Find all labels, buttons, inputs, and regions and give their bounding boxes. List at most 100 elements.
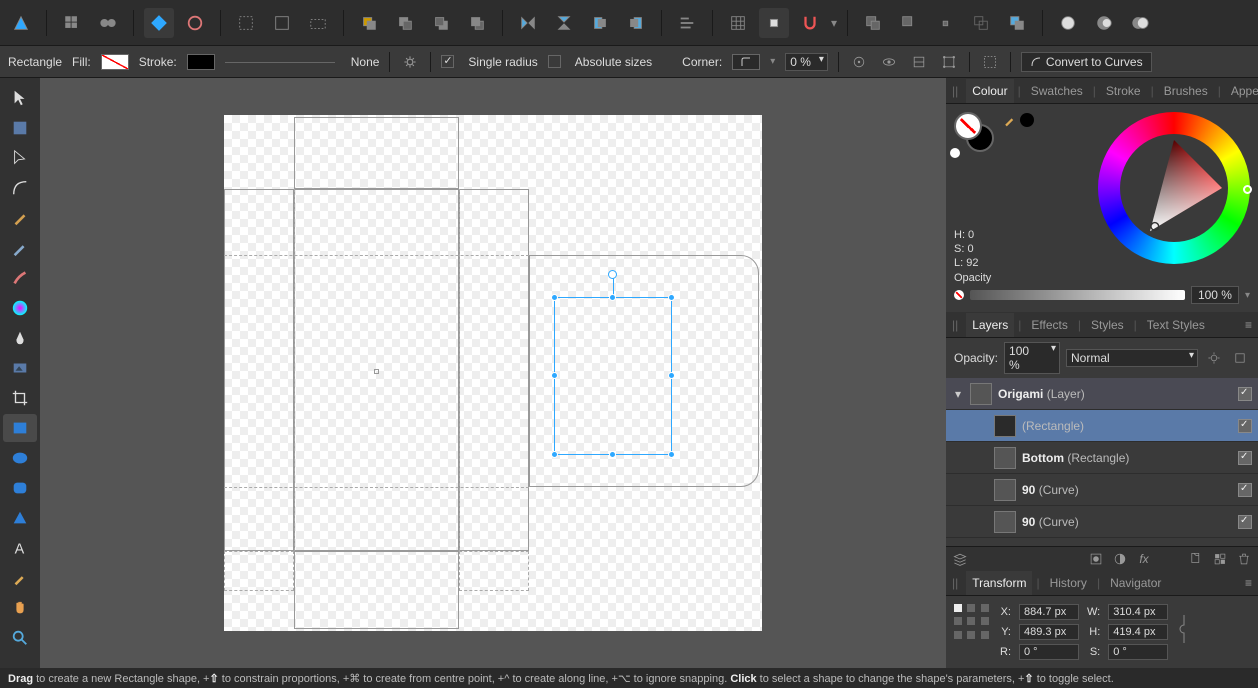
- tab-styles[interactable]: Styles: [1085, 313, 1130, 337]
- text-tool-icon[interactable]: A: [3, 534, 37, 562]
- tab-transform[interactable]: Transform: [966, 571, 1032, 595]
- eyedropper-tool-icon[interactable]: [3, 564, 37, 592]
- single-radius-checkbox[interactable]: [441, 55, 454, 68]
- s-field[interactable]: 0 °: [1108, 644, 1168, 660]
- rotate-ccw-icon[interactable]: [585, 8, 615, 38]
- layer-row[interactable]: 90 (Curve): [946, 474, 1258, 506]
- layer-row[interactable]: Bottom (Rectangle): [946, 442, 1258, 474]
- none-color-icon[interactable]: [950, 148, 960, 158]
- show-selection-icon[interactable]: [879, 52, 899, 72]
- adjustment-layer-icon[interactable]: [1112, 551, 1128, 567]
- layer-row[interactable]: ▾Origami (Layer): [946, 378, 1258, 410]
- layer-visibility-checkbox[interactable]: [1238, 515, 1252, 529]
- ellipse-tool-icon[interactable]: [3, 444, 37, 472]
- align-handles-icon[interactable]: [909, 52, 929, 72]
- canvas[interactable]: [40, 78, 946, 668]
- transform-handles-icon[interactable]: [939, 52, 959, 72]
- select-rect-icon[interactable]: [267, 8, 297, 38]
- eyedropper-icon[interactable]: [1002, 112, 1034, 128]
- transparency-tool-icon[interactable]: [3, 324, 37, 352]
- stroke-width-slider[interactable]: [225, 57, 335, 67]
- rounded-rect-tool-icon[interactable]: [3, 474, 37, 502]
- layer-visibility-checkbox[interactable]: [1238, 419, 1252, 433]
- boolean-subtract-icon[interactable]: [894, 8, 924, 38]
- corner-tool-icon[interactable]: [3, 174, 37, 202]
- layer-clip-icon[interactable]: [1230, 348, 1250, 368]
- add-pixel-layer-icon[interactable]: [1212, 551, 1228, 567]
- h-field[interactable]: 419.4 px: [1108, 624, 1168, 640]
- pencil-tool-icon[interactable]: [3, 234, 37, 262]
- tab-swatches[interactable]: Swatches: [1025, 79, 1089, 103]
- insert-behind-icon[interactable]: [1125, 8, 1155, 38]
- move-back-icon[interactable]: [462, 8, 492, 38]
- panel-menu-icon[interactable]: ≡: [1245, 318, 1252, 332]
- panel-drag-handle-icon[interactable]: ||: [952, 84, 958, 98]
- boolean-xor-icon[interactable]: [966, 8, 996, 38]
- zoom-tool-icon[interactable]: [3, 624, 37, 652]
- cycle-selection-icon[interactable]: [980, 52, 1000, 72]
- sync-icon[interactable]: [144, 8, 174, 38]
- tab-effects[interactable]: Effects: [1025, 313, 1073, 337]
- layers-list[interactable]: ▾Origami (Layer)(Rectangle)Bottom (Recta…: [946, 378, 1258, 546]
- fill-swatch[interactable]: [101, 54, 129, 70]
- hue-marker[interactable]: [1243, 185, 1252, 194]
- tab-navigator[interactable]: Navigator: [1104, 571, 1167, 595]
- boolean-intersect-icon[interactable]: [930, 8, 960, 38]
- flip-h-icon[interactable]: [513, 8, 543, 38]
- show-rotation-icon[interactable]: [849, 52, 869, 72]
- convert-to-curves-button[interactable]: Convert to Curves: [1021, 52, 1152, 72]
- opacity-dropdown-icon[interactable]: ▾: [1245, 290, 1250, 301]
- anchor-grid[interactable]: [954, 604, 990, 640]
- snap-pixel-icon[interactable]: [759, 8, 789, 38]
- insert-inside-icon[interactable]: [1089, 8, 1119, 38]
- y-field[interactable]: 489.3 px: [1019, 624, 1079, 640]
- snap-magnet-icon[interactable]: [795, 8, 825, 38]
- fill-stroke-selector[interactable]: [954, 112, 994, 152]
- rectangle-tool-icon[interactable]: [3, 414, 37, 442]
- tab-brushes[interactable]: Brushes: [1158, 79, 1214, 103]
- move-backward-icon[interactable]: [426, 8, 456, 38]
- select-parent-icon[interactable]: [303, 8, 333, 38]
- panel-drag-handle-icon[interactable]: ||: [952, 576, 958, 590]
- color-wheel[interactable]: [1098, 112, 1250, 264]
- select-all-icon[interactable]: [231, 8, 261, 38]
- move-front-icon[interactable]: [354, 8, 384, 38]
- layer-settings-gear-icon[interactable]: [1204, 348, 1224, 368]
- gear-icon[interactable]: [400, 52, 420, 72]
- absolute-sizes-checkbox[interactable]: [548, 55, 561, 68]
- persona-designer-icon[interactable]: [57, 8, 87, 38]
- hand-tool-icon[interactable]: [3, 594, 37, 622]
- layer-visibility-checkbox[interactable]: [1238, 451, 1252, 465]
- r-field[interactable]: 0 °: [1019, 644, 1079, 660]
- layer-visibility-checkbox[interactable]: [1238, 483, 1252, 497]
- artboard[interactable]: [224, 115, 762, 631]
- opacity-slider[interactable]: [970, 290, 1185, 300]
- tab-layers[interactable]: Layers: [966, 313, 1014, 337]
- insert-target-icon[interactable]: [1053, 8, 1083, 38]
- layer-disclosure-icon[interactable]: ▾: [952, 387, 964, 401]
- mask-layer-icon[interactable]: [1088, 551, 1104, 567]
- opacity-input[interactable]: 100 %: [1191, 286, 1239, 304]
- flip-v-icon[interactable]: [549, 8, 579, 38]
- align-icon[interactable]: [672, 8, 702, 38]
- rotate-cw-icon[interactable]: [621, 8, 651, 38]
- delete-layer-icon[interactable]: [1236, 551, 1252, 567]
- rotation-handle[interactable]: [608, 270, 617, 279]
- brush-tool-icon[interactable]: [3, 264, 37, 292]
- panel-drag-handle-icon[interactable]: ||: [952, 318, 958, 332]
- fill-color-circle[interactable]: [954, 112, 982, 140]
- snap-grid-icon[interactable]: [723, 8, 753, 38]
- link-wh-icon[interactable]: [1178, 611, 1192, 654]
- move-tool-icon[interactable]: [3, 84, 37, 112]
- corner-type-dropdown[interactable]: [732, 54, 760, 70]
- triangle-tool-icon[interactable]: [3, 504, 37, 532]
- layer-visibility-checkbox[interactable]: [1238, 387, 1252, 401]
- layer-stack-icon[interactable]: [952, 551, 968, 567]
- stroke-swatch[interactable]: [187, 54, 215, 70]
- tab-history[interactable]: History: [1044, 571, 1093, 595]
- layer-opacity-field[interactable]: 100 %: [1004, 342, 1060, 374]
- w-field[interactable]: 310.4 px: [1108, 604, 1168, 620]
- pen-tool-icon[interactable]: [3, 204, 37, 232]
- tab-stroke[interactable]: Stroke: [1100, 79, 1147, 103]
- opacity-none-icon[interactable]: [954, 290, 964, 300]
